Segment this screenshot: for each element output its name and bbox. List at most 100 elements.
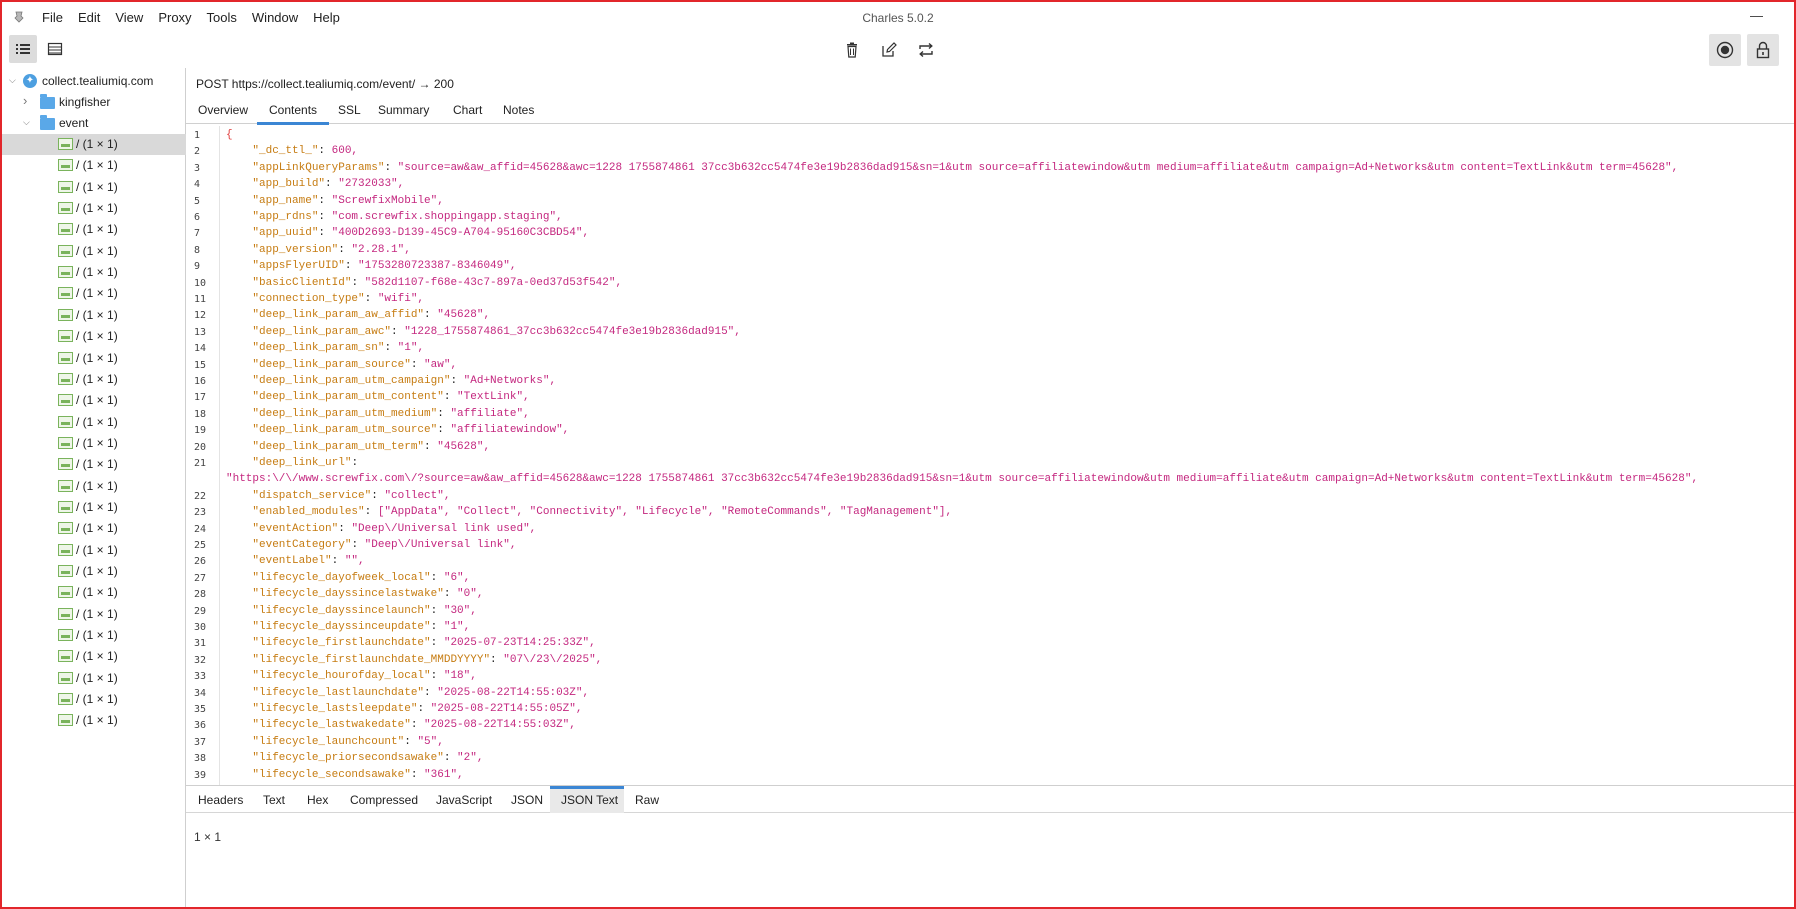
- code-line: "deep_link_param_utm_medium": "affiliate…: [252, 407, 530, 420]
- json-key: "lifecycle_dayofweek_local": [252, 571, 431, 584]
- tree-request-item[interactable]: / (1 × 1): [2, 646, 186, 667]
- tree-request-label: / (1 × 1): [76, 479, 118, 493]
- line-number-gutter: 1 2 3 4 5 6 7 8 9 10 11 12 13 14 15 16 17 18 19 20 21 22 23 24 2…: [186, 126, 220, 785]
- tree-request-item[interactable]: / (1 × 1): [2, 326, 186, 347]
- code-line: "lifecycle_firstlaunchdate": "2025-07-23…: [252, 637, 596, 650]
- line-number: 22: [194, 490, 207, 502]
- tree-request-item[interactable]: / (1 × 1): [2, 540, 186, 561]
- code-line: "app_version": "2.28.1",: [252, 243, 411, 256]
- request-icon: [58, 608, 73, 620]
- tree-request-item[interactable]: / (1 × 1): [2, 390, 186, 411]
- line-number: 24: [194, 523, 207, 535]
- json-value: "",: [344, 555, 365, 568]
- code-line: "deep_link_param_utm_content": "TextLink…: [252, 391, 530, 404]
- tab-json[interactable]: JSON: [511, 793, 543, 807]
- code-line: "deep_link_param_utm_source": "affiliate…: [252, 424, 570, 437]
- tree-request-item[interactable]: / (1 × 1): [2, 369, 186, 390]
- code-line: "deep_link_param_sn": "1",: [252, 342, 425, 355]
- tree-request-item[interactable]: / (1 × 1): [2, 582, 186, 603]
- tree-request-item[interactable]: / (1 × 1): [2, 241, 186, 262]
- tab-overview[interactable]: Overview: [198, 103, 248, 117]
- tab-compressed[interactable]: Compressed: [350, 793, 418, 807]
- clear-session-button[interactable]: [838, 36, 866, 64]
- code-line: "eventCategory": "Deep\/Universal link",: [252, 539, 517, 551]
- line-number: 30: [194, 622, 207, 633]
- tab-text[interactable]: Text: [263, 793, 285, 807]
- json-key: "deep_link_param_sn": [252, 342, 385, 355]
- json-value: "6",: [443, 571, 471, 584]
- json-value: "collect",: [384, 489, 451, 502]
- tree-folder-event[interactable]: ⌵ event: [2, 113, 186, 134]
- tree-request-item[interactable]: / (1 × 1): [2, 155, 186, 176]
- line-number: 9: [194, 261, 201, 273]
- tree-request-item[interactable]: / (1 × 1): [2, 518, 186, 539]
- chevron-down-icon[interactable]: ⌵: [23, 117, 30, 128]
- code-line: "_dc_ttl_": 600,: [252, 145, 359, 158]
- tree-request-item[interactable]: / (1 × 1): [2, 198, 186, 219]
- tree-request-item[interactable]: / (1 × 1): [2, 262, 186, 283]
- tree-request-item[interactable]: / (1 × 1): [2, 177, 186, 198]
- sequence-view-button[interactable]: [41, 35, 69, 63]
- structure-view-button[interactable]: [9, 35, 37, 63]
- ssl-proxying-button[interactable]: [1747, 34, 1779, 66]
- code-line: "app_uuid": "400D2693-D139-45C9-A704-951…: [252, 227, 590, 240]
- json-key: "deep_link_param_utm_campaign": [252, 375, 451, 387]
- tab-hex[interactable]: Hex: [307, 793, 328, 807]
- code-line: "basicClientId": "582d1107-f68e-43c7-897…: [252, 276, 623, 289]
- json-value: "400D2693-D139-45C9-A704-95160C3CBD54",: [331, 227, 590, 240]
- tab-raw[interactable]: Raw: [635, 793, 659, 807]
- tab-json-text[interactable]: JSON Text: [561, 793, 618, 807]
- chevron-right-icon[interactable]: ›: [23, 93, 27, 108]
- tree-request-item[interactable]: / (1 × 1): [2, 283, 186, 304]
- json-text-viewer[interactable]: 1 2 3 4 5 6 7 8 9 10 11 12 13 14 15 16 17 18 19 20 21 22 23 24 2…: [186, 126, 1794, 785]
- compose-button[interactable]: [875, 36, 903, 64]
- tree-request-item[interactable]: / (1 × 1): [2, 497, 186, 518]
- tab-notes[interactable]: Notes: [503, 103, 534, 117]
- tree-folder-kingfisher[interactable]: › kingfisher: [2, 92, 186, 113]
- tree-request-item[interactable]: / (1 × 1): [2, 412, 186, 433]
- request-icon: [58, 693, 73, 705]
- tree-request-item[interactable]: / (1 × 1): [2, 561, 186, 582]
- json-value: "1228_1755874861_37cc3b632cc5474fe3e19b2…: [404, 325, 741, 338]
- repeat-button[interactable]: [912, 36, 940, 64]
- json-key: "deep_link_param_utm_term": [252, 440, 425, 453]
- line-number: 4: [194, 179, 201, 191]
- tree-request-item[interactable]: / (1 × 1): [2, 433, 186, 454]
- tab-ssl[interactable]: SSL: [338, 103, 361, 117]
- record-button[interactable]: [1709, 34, 1741, 66]
- tree-request-item[interactable]: / (1 × 1): [2, 710, 186, 731]
- folder-icon: [40, 94, 55, 109]
- tree-request-item[interactable]: / (1 × 1): [2, 454, 186, 475]
- tree-request-label: / (1 × 1): [76, 692, 118, 706]
- tree-request-item[interactable]: / (1 × 1): [2, 134, 186, 155]
- tab-headers[interactable]: Headers: [198, 793, 243, 807]
- request-icon: [58, 138, 73, 150]
- tree-host-row[interactable]: ⌵ ✦ collect.tealiumiq.com: [2, 71, 186, 92]
- code-line: "eventAction": "Deep\/Universal link use…: [252, 522, 537, 535]
- tab-chart[interactable]: Chart: [453, 103, 482, 117]
- tree-request-item[interactable]: / (1 × 1): [2, 668, 186, 689]
- tree-request-item[interactable]: / (1 × 1): [2, 305, 186, 326]
- tree-request-item[interactable]: / (1 × 1): [2, 476, 186, 497]
- folder-icon: [40, 115, 55, 130]
- tree-request-item[interactable]: / (1 × 1): [2, 604, 186, 625]
- code-line: "dispatch_service": "collect",: [252, 489, 451, 502]
- tree-request-item[interactable]: / (1 × 1): [2, 625, 186, 646]
- tree-request-item[interactable]: / (1 × 1): [2, 219, 186, 240]
- code-line: "appLinkQueryParams": "source=aw&aw_affi…: [252, 161, 1679, 174]
- tab-summary[interactable]: Summary: [378, 103, 429, 117]
- tree-request-label: / (1 × 1): [76, 671, 118, 685]
- code-line: "lifecycle_dayofweek_local": "6",: [252, 571, 471, 584]
- json-key: "lifecycle_firstlaunchdate_MMDDYYYY": [252, 653, 491, 666]
- tab-contents[interactable]: Contents: [256, 103, 330, 125]
- line-number: 39: [194, 769, 207, 781]
- tree-request-item[interactable]: / (1 × 1): [2, 689, 186, 710]
- json-value: "Deep\/Universal link",: [364, 539, 517, 551]
- chevron-down-icon[interactable]: ⌵: [9, 75, 16, 86]
- tree-request-label: / (1 × 1): [76, 543, 118, 557]
- tree-request-item[interactable]: / (1 × 1): [2, 348, 186, 369]
- tab-javascript[interactable]: JavaScript: [436, 793, 492, 807]
- minimize-button[interactable]: —: [1750, 8, 1763, 23]
- tree-request-label: / (1 × 1): [76, 137, 118, 151]
- code-line: "lifecycle_priorsecondsawake": "2",: [252, 752, 484, 765]
